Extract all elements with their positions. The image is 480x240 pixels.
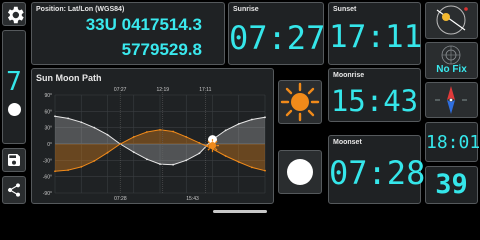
position-utm-zone-easting: 33U 0417514.3 (85, 15, 202, 34)
sun-moon-path-panel[interactable]: Sun Moon Path 90° 60° 30° 0° -30° -60° -90° 07:… (31, 68, 274, 204)
share-button[interactable] (2, 176, 26, 204)
y-tick-label: 60° (44, 109, 52, 115)
moonrise-panel[interactable]: Moonrise 15:43 (328, 68, 421, 122)
left-status-widget[interactable]: 7 (2, 30, 26, 144)
moon-icon (287, 159, 313, 185)
y-tick-label: 90° (44, 93, 52, 99)
sun-moon-path-chart: 90° 60° 30° 0° -30° -60° -90° 07:27 12:19 17:11 07… (43, 87, 266, 202)
sunset-time: 17:11 (329, 19, 423, 55)
sunset-panel[interactable]: Sunset 17:11 (328, 2, 423, 65)
sun-path-point (106, 151, 109, 154)
moon-path-point (159, 163, 161, 166)
sun-path-point (93, 159, 96, 162)
sunrise-time: 07:27 (229, 19, 326, 57)
position-panel[interactable]: Position: Lat/Lon (WGS84) 33U 0417514.3 … (31, 2, 225, 65)
sun-path-point (224, 155, 227, 157)
north-compass-widget[interactable] (425, 82, 478, 118)
moon-path-point (145, 158, 148, 161)
y-tick-label: -90° (43, 191, 52, 197)
y-tick-label: 0° (47, 142, 52, 148)
moon-path-point (264, 116, 266, 119)
sun-icon (280, 82, 320, 122)
sun-path-point (145, 131, 148, 133)
sun-path-point (250, 166, 253, 169)
home-indicator (213, 210, 267, 213)
sun-current-marker (208, 142, 217, 150)
moonrise-label: Moonrise (333, 72, 365, 79)
sunrise-panel[interactable]: Sunrise 07:27 (228, 2, 326, 65)
moon-path-point (80, 121, 83, 124)
moon-path-point (198, 152, 201, 155)
sun-path-point (80, 165, 83, 168)
sun-path-point (67, 169, 70, 172)
satellite-radar-icon (441, 45, 461, 65)
clock-time: 18:01 (426, 132, 480, 153)
position-label: Position: Lat/Lon (WGS84) (36, 6, 125, 13)
save-icon (8, 154, 20, 166)
moon-event-label: 07:28 (114, 196, 127, 202)
sun-marker-ray (207, 148, 211, 151)
sun-path-point (185, 136, 188, 138)
settings-button[interactable] (2, 2, 26, 26)
moonset-panel[interactable]: Moonset 07:28 (328, 135, 426, 204)
sunrise-label: Sunrise (233, 6, 259, 13)
moonset-time: 07:28 (329, 154, 426, 192)
moonset-label: Moonset (333, 139, 362, 146)
sun-event-label: 12:19 (157, 87, 170, 93)
gps-status-widget[interactable]: No Fix (425, 42, 478, 79)
compass-icon (436, 5, 468, 35)
moon-path-point (106, 133, 109, 136)
sun-panel[interactable] (278, 80, 322, 124)
gear-icon (7, 6, 24, 24)
moon-path-point (237, 122, 240, 125)
sun-path-point (237, 161, 240, 163)
sun-path-point (54, 170, 56, 173)
moon-path-point (132, 151, 135, 154)
moon-path-point (67, 117, 70, 120)
week-number: 39 (435, 169, 468, 200)
y-tick-label: -30° (43, 158, 52, 164)
left-widget-value: 7 (6, 67, 22, 97)
sun-path-point (132, 136, 135, 138)
sun-event-label: 07:27 (114, 87, 127, 93)
sun-path-point (198, 142, 201, 144)
moon-path-point (185, 159, 188, 162)
moon-event-label: 15:43 (186, 196, 199, 202)
moon-phase-dot (8, 103, 21, 116)
north-needle-icon (435, 86, 467, 114)
save-button[interactable] (2, 148, 26, 172)
position-northing: 5779529.8 (121, 40, 202, 59)
sun-path-point (264, 169, 266, 172)
sun-path-point (172, 130, 175, 133)
sun-path-point (159, 128, 161, 131)
compass-widget[interactable] (425, 2, 478, 39)
moon-panel[interactable] (278, 150, 322, 194)
moon-path-point (93, 126, 96, 129)
moonrise-time: 15:43 (330, 84, 419, 118)
y-tick-label: 30° (44, 126, 52, 132)
share-icon (8, 183, 20, 197)
moon-path-point (224, 129, 227, 132)
week-number-panel[interactable]: 39 (425, 166, 478, 204)
sunset-label: Sunset (333, 6, 357, 13)
clock-panel[interactable]: 18:01 (425, 122, 480, 162)
sun-event-label: 17:11 (199, 87, 211, 93)
moon-path-point (172, 163, 175, 166)
y-tick-label: -60° (43, 175, 52, 181)
gps-fix-status: No Fix (436, 64, 467, 75)
moon-path-point (250, 118, 253, 121)
moon-path-point (54, 115, 56, 118)
